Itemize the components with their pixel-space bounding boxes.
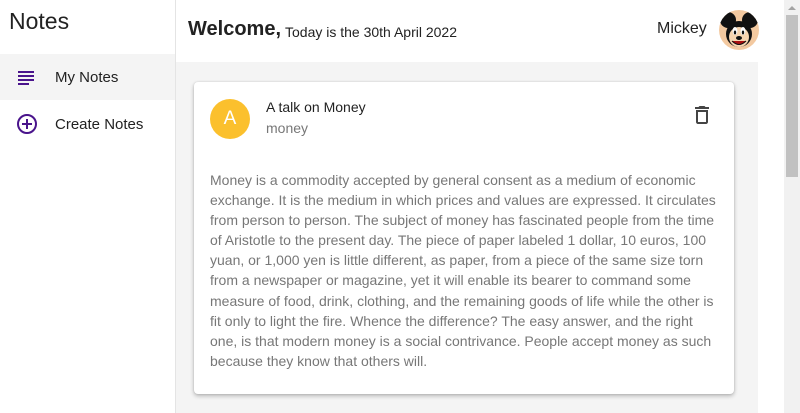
user-avatar[interactable] — [719, 10, 759, 50]
sidebar: Notes My Notes Create Notes — [0, 0, 176, 413]
note-body: Money is a commodity accepted by general… — [210, 172, 716, 369]
sidebar-item-label: Create Notes — [55, 115, 144, 133]
note-category: money — [266, 120, 309, 136]
sidebar-item-create-notes[interactable]: Create Notes — [0, 101, 175, 147]
note-title: A talk on Money — [266, 99, 366, 115]
username: Mickey — [657, 20, 707, 37]
delete-button[interactable] — [690, 103, 714, 127]
date-text: Today is the 30th April 2022 — [285, 24, 458, 40]
trash-icon — [690, 106, 714, 131]
note-avatar: A — [210, 99, 250, 139]
sidebar-item-my-notes[interactable]: My Notes — [0, 54, 175, 100]
list-icon — [16, 66, 38, 88]
scroll-up-arrow[interactable] — [784, 0, 800, 15]
header: Welcome, Today is the 30th April 2022 Mi… — [176, 0, 784, 62]
main-content: A A talk on Money money Money is a commo… — [176, 62, 758, 413]
welcome-text: Welcome, — [188, 18, 281, 40]
scrollbar-thumb[interactable] — [786, 15, 798, 177]
sidebar-item-label: My Notes — [55, 68, 119, 86]
add-circle-icon — [16, 113, 38, 135]
note-card: A A talk on Money money Money is a commo… — [194, 82, 734, 394]
app-title: Notes — [9, 8, 70, 34]
